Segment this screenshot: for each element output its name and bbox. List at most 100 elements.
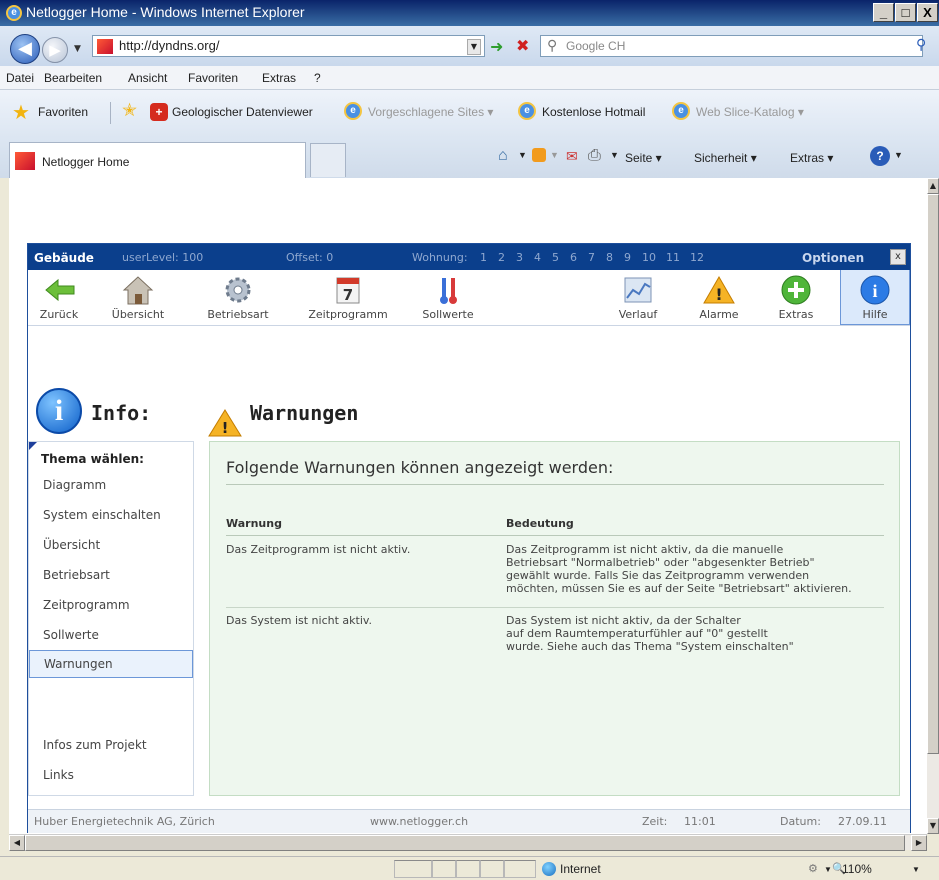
sidebar-item-uebersicht[interactable]: Übersicht xyxy=(29,532,193,560)
cmd-seite[interactable]: Seite ▾ xyxy=(625,151,662,165)
sidebar-item-links[interactable]: Links xyxy=(29,762,193,790)
menu-help[interactable]: ? xyxy=(314,71,321,85)
menu-extras[interactable]: Extras xyxy=(262,71,296,85)
menu-ansicht[interactable]: Ansicht xyxy=(128,71,167,85)
vertical-scrollbar[interactable]: ▲ ▼ xyxy=(927,178,939,834)
sidebar-item-system-einschalten[interactable]: System einschalten xyxy=(29,502,193,530)
sidebar-item-infos-zum-projekt[interactable]: Infos zum Projekt xyxy=(29,732,193,760)
close-button[interactable]: X xyxy=(917,3,938,22)
sidebar-item-diagramm[interactable]: Diagramm xyxy=(29,472,193,500)
address-dropdown-button[interactable]: ▼ xyxy=(467,39,481,55)
home-dropdown-icon[interactable]: ▼ xyxy=(518,150,527,160)
fav-kostenlose-hotmail[interactable]: Kostenlose Hotmail xyxy=(542,105,645,119)
protected-mode-icon[interactable]: ⚙ xyxy=(808,862,818,875)
scroll-thumb[interactable] xyxy=(25,835,905,851)
zoom-level[interactable]: 110% xyxy=(842,862,872,876)
sidebar-item-label: Links xyxy=(43,768,74,782)
wohnung-link-1[interactable]: 1 xyxy=(480,251,487,264)
tab-netlogger-home[interactable]: Netlogger Home xyxy=(9,142,306,178)
optionen-link[interactable]: Optionen xyxy=(802,251,864,265)
wohnung-link-9[interactable]: 9 xyxy=(624,251,631,264)
forward-button[interactable]: ▶ xyxy=(42,37,68,63)
menu-favoriten[interactable]: Favoriten xyxy=(188,71,238,85)
sidebar-item-sollwerte[interactable]: Sollwerte xyxy=(29,622,193,650)
wohnung-link-12[interactable]: 12 xyxy=(690,251,704,264)
scroll-up-icon[interactable]: ▲ xyxy=(927,178,939,194)
toolbar-alarme-button[interactable]: ! Alarme xyxy=(684,270,754,325)
help-icon[interactable]: ? xyxy=(870,146,890,166)
wohnung-link-5[interactable]: 5 xyxy=(552,251,559,264)
scroll-down-icon[interactable]: ▼ xyxy=(927,818,939,834)
toolbar-verlauf-button[interactable]: Verlauf xyxy=(608,270,668,325)
wohnung-link-4[interactable]: 4 xyxy=(534,251,541,264)
wohnung-link-6[interactable]: 6 xyxy=(570,251,577,264)
rss-dropdown-icon[interactable]: ▼ xyxy=(550,150,559,160)
panel-heading: Folgende Warnungen können angezeigt werd… xyxy=(226,458,614,477)
print-icon[interactable]: ⎙ xyxy=(588,147,601,165)
back-button[interactable]: ◀ xyxy=(10,34,40,64)
address-field[interactable]: http://dyndns.org/ xyxy=(92,35,485,57)
print-dropdown-icon[interactable]: ▼ xyxy=(610,150,619,160)
toolbar-extras-button[interactable]: Extras xyxy=(766,270,826,325)
sidebar-item-warnungen[interactable]: Warnungen xyxy=(29,650,193,678)
wohnung-link-11[interactable]: 11 xyxy=(666,251,680,264)
cmd-extras[interactable]: Extras ▾ xyxy=(790,151,833,165)
fav-web-slice-katalog[interactable]: Web Slice-Katalog ▾ xyxy=(696,105,804,119)
new-tab-button[interactable] xyxy=(310,143,346,177)
fav-vorgeschlagene-sites[interactable]: Vorgeschlagene Sites ▾ xyxy=(368,105,493,119)
app-toolbar: Zurück Übersicht Betriebsart 7 Zeitprogr… xyxy=(28,270,910,326)
wohnung-link-3[interactable]: 3 xyxy=(516,251,523,264)
menu-datei[interactable]: Datei xyxy=(6,71,34,85)
sidebar-header: Thema wählen: xyxy=(41,452,144,466)
ie-link-icon: e xyxy=(344,102,362,120)
home-icon[interactable]: ⌂ xyxy=(498,147,508,165)
cmd-sicherheit[interactable]: Sicherheit ▾ xyxy=(694,151,757,165)
footer-website[interactable]: www.netlogger.ch xyxy=(370,815,468,828)
toolbar-betriebsart-button[interactable]: Betriebsart xyxy=(198,270,278,325)
search-go-icon[interactable]: ⚲ xyxy=(916,37,926,53)
sidebar-item-label: Diagramm xyxy=(43,478,107,492)
menu-bearbeiten[interactable]: Bearbeiten xyxy=(44,71,102,85)
toolbar-zeitprogramm-label: Zeitprogramm xyxy=(308,308,388,321)
recent-pages-dropdown[interactable]: ▼ xyxy=(74,44,81,54)
wohnung-link-10[interactable]: 10 xyxy=(642,251,656,264)
sidebar-item-betriebsart[interactable]: Betriebsart xyxy=(29,562,193,590)
svg-text:!: ! xyxy=(715,285,722,304)
address-toolbar: ◀ ▶ ▼ http://dyndns.org/ ▼ ➜ ✖ ⚲ Google … xyxy=(0,26,939,66)
toolbar-sollwerte-button[interactable]: Sollwerte xyxy=(408,270,488,325)
fav-geologischer-datenviewer[interactable]: Geologischer Datenviewer xyxy=(172,105,313,119)
footer-datum-value: 27.09.11 xyxy=(838,815,887,828)
toolbar-sollwerte-label: Sollwerte xyxy=(422,308,474,321)
toolbar-zeitprogramm-button[interactable]: 7 Zeitprogramm xyxy=(298,270,398,325)
divider xyxy=(226,484,884,485)
go-arrow-icon[interactable]: ➜ xyxy=(490,37,503,56)
wohnung-link-8[interactable]: 8 xyxy=(606,251,613,264)
stop-icon[interactable]: ✖ xyxy=(516,36,529,55)
toolbar-hilfe-button[interactable]: i Hilfe xyxy=(840,270,910,325)
wohnung-link-7[interactable]: 7 xyxy=(588,251,595,264)
help-dropdown-icon[interactable]: ▼ xyxy=(894,150,903,160)
toolbar-uebersicht-button[interactable]: Übersicht xyxy=(98,270,178,325)
favorites-button[interactable]: Favoriten xyxy=(38,105,88,119)
site-favicon-icon xyxy=(15,152,35,170)
zoom-dropdown-icon[interactable]: ▼ xyxy=(912,865,920,874)
sidebar-item-zeitprogramm[interactable]: Zeitprogramm xyxy=(29,592,193,620)
horizontal-scrollbar[interactable]: ◀ ▶ xyxy=(9,834,927,851)
search-input[interactable]: ⚲ Google CH xyxy=(540,35,923,57)
rss-icon[interactable] xyxy=(532,148,546,162)
add-favorite-icon[interactable]: ✭ xyxy=(122,100,137,121)
scroll-right-icon[interactable]: ▶ xyxy=(911,835,927,851)
maximize-button[interactable]: □ xyxy=(895,3,916,22)
wohnung-link-2[interactable]: 2 xyxy=(498,251,505,264)
scroll-left-icon[interactable]: ◀ xyxy=(9,835,25,851)
app-close-button[interactable]: x xyxy=(890,249,906,265)
status-cell xyxy=(504,860,536,878)
status-cell xyxy=(456,860,480,878)
scroll-thumb[interactable] xyxy=(927,194,939,754)
minimize-button[interactable]: _ xyxy=(873,3,894,22)
table-cell-warnung: Das System ist nicht aktiv. xyxy=(226,614,373,627)
toolbar-zurueck-button[interactable]: Zurück xyxy=(28,270,90,325)
protected-dropdown-icon[interactable]: ▼ xyxy=(824,865,832,874)
thermometer-icon xyxy=(431,274,465,306)
mail-icon[interactable]: ✉ xyxy=(566,148,578,165)
